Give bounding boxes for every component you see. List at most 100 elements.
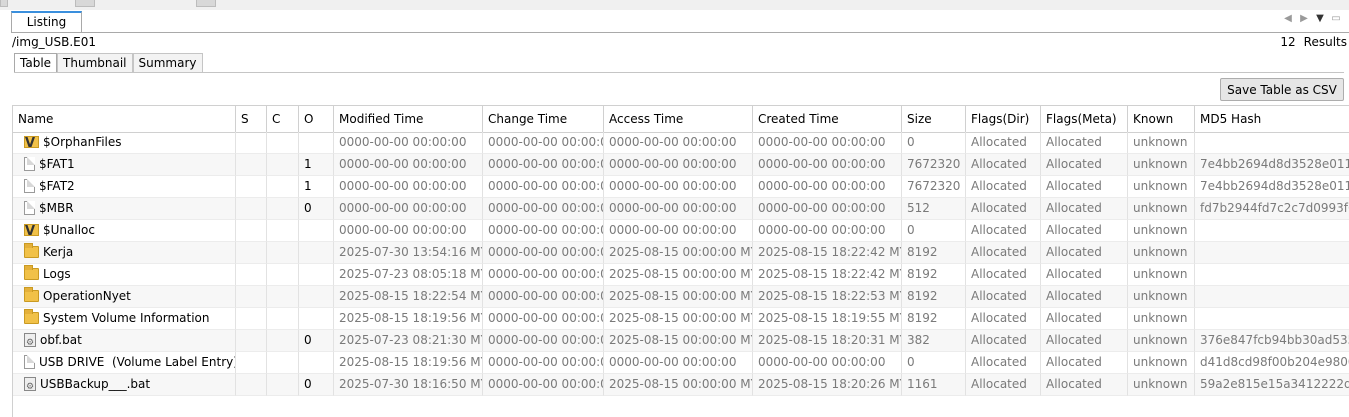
- column-header-size[interactable]: Size: [902, 106, 966, 132]
- table-row[interactable]: Kerja 2025-07-30 13:54:16 MYT 0000-00-00 0…: [13, 242, 1349, 264]
- cell-text: Allocated: [1046, 311, 1102, 325]
- cell-text: Allocated: [1046, 289, 1102, 303]
- cell-s: [236, 198, 267, 220]
- nav-forward-icon[interactable]: ▶: [1299, 13, 1309, 27]
- cell-text: unknown: [1133, 267, 1188, 281]
- toolbar-button[interactable]: [196, 0, 216, 7]
- cell-text: 2025-07-30 13:54:16 MYT: [339, 245, 483, 259]
- toolbar-button[interactable]: [0, 0, 8, 7]
- tab-thumbnail[interactable]: Thumbnail: [57, 53, 133, 72]
- cell-flags-dir: Allocated: [966, 132, 1041, 154]
- cell-size: 512: [902, 198, 966, 220]
- cell-known: unknown: [1128, 198, 1195, 220]
- cell-size: 8192: [902, 264, 966, 286]
- cell-text: unknown: [1133, 179, 1188, 193]
- cell-size: 0: [902, 220, 966, 242]
- cell-text: 2025-08-15 18:22:53 MYT: [758, 289, 902, 303]
- maximize-icon[interactable]: ▭: [1331, 13, 1341, 27]
- cell-name: OperationNyet: [13, 286, 236, 308]
- cell-text: 7e4bb2694d8d3528e011d1fe: [1200, 157, 1349, 171]
- cell-flags-dir: Allocated: [966, 242, 1041, 264]
- cell-c: [267, 132, 299, 154]
- cell-text: $MBR: [39, 201, 74, 215]
- column-header-modified-time[interactable]: Modified Time: [334, 106, 483, 132]
- column-header-flags-dir[interactable]: Flags(Dir): [966, 106, 1041, 132]
- cell-o: [299, 220, 334, 242]
- table-row[interactable]: USB DRIVE (Volume Label Entry) 2025-08-15…: [13, 352, 1349, 374]
- column-header-name[interactable]: Name: [13, 106, 236, 132]
- cell-text: 0: [907, 223, 915, 237]
- cell-text: 2025-08-15 00:00:00 MYT: [609, 311, 753, 325]
- cell-s: [236, 154, 267, 176]
- cell-flags-dir: Allocated: [966, 286, 1041, 308]
- cell-created-time: 2025-08-15 18:20:31 MYT: [753, 330, 902, 352]
- table-row[interactable]: System Volume Information 2025-08-15 18:1…: [13, 308, 1349, 330]
- cell-text: 2025-08-15 18:20:26 MYT: [758, 377, 902, 391]
- column-header-access-time[interactable]: Access Time: [604, 106, 753, 132]
- cell-change-time: 0000-00-00 00:00:00: [483, 286, 604, 308]
- results-label: Results: [1303, 35, 1347, 49]
- cell-c: [267, 374, 299, 396]
- cell-text: Allocated: [1046, 135, 1102, 149]
- table-row[interactable]: $FAT1 1 0000-00-00 00:00:00 0000-00-00 00:0…: [13, 154, 1349, 176]
- results-number: 12: [1280, 35, 1296, 49]
- table-row[interactable]: $FAT2 1 0000-00-00 00:00:00 0000-00-00 00:0…: [13, 176, 1349, 198]
- cell-s: [236, 264, 267, 286]
- cell-text: Allocated: [971, 333, 1027, 347]
- table-row[interactable]: OperationNyet 2025-08-15 18:22:54 MYT 0000…: [13, 286, 1349, 308]
- listing-table: Name S C O Modified Time Change Time Access Ti…: [12, 105, 1349, 417]
- tab-table[interactable]: Table: [14, 53, 58, 73]
- cell-text: 2025-08-15 18:22:42 MYT: [758, 245, 902, 259]
- table-row[interactable]: Logs 2025-07-23 08:05:18 MYT 0000-00-00 00…: [13, 264, 1349, 286]
- cell-text: 0000-00-00 00:00:00: [488, 311, 604, 325]
- tab-listing-label: Listing: [26, 15, 67, 29]
- cell-known: unknown: [1128, 132, 1195, 154]
- dropdown-icon[interactable]: ▼: [1315, 13, 1325, 27]
- column-header-known[interactable]: Known: [1128, 106, 1195, 132]
- tab-summary[interactable]: Summary: [132, 53, 203, 72]
- cell-access-time: 2025-08-15 00:00:00 MYT: [604, 264, 753, 286]
- file-icon: [24, 178, 35, 193]
- cell-created-time: 2025-08-15 18:20:26 MYT: [753, 374, 902, 396]
- save-table-csv-button[interactable]: Save Table as CSV: [1220, 78, 1344, 101]
- cell-text: 376e847fcb94bb30ad535496: [1200, 333, 1349, 347]
- table-row[interactable]: $Unalloc 0000-00-00 00:00:00 0000-00-00 00…: [13, 220, 1349, 242]
- cell-created-time: 2025-08-15 18:22:42 MYT: [753, 264, 902, 286]
- column-header-s[interactable]: S: [236, 106, 267, 132]
- cell-text: 0: [304, 201, 312, 215]
- batch-file-icon: [24, 332, 36, 351]
- tab-listing[interactable]: Listing: [11, 11, 82, 33]
- cell-c: [267, 242, 299, 264]
- cell-flags-dir: Allocated: [966, 330, 1041, 352]
- cell-name: Logs: [13, 264, 236, 286]
- table-row[interactable]: $MBR 0 0000-00-00 00:00:00 0000-00-00 00:00…: [13, 198, 1349, 220]
- cell-access-time: 2025-08-15 00:00:00 MYT: [604, 308, 753, 330]
- column-header-change-time[interactable]: Change Time: [483, 106, 604, 132]
- cell-md5-hash: [1195, 286, 1349, 308]
- table-row[interactable]: obf.bat 0 2025-07-23 08:21:30 MYT 0000-00-0…: [13, 330, 1349, 352]
- table-row[interactable]: USBBackup___.bat 0 2025-07-30 18:16:50 MYT…: [13, 374, 1349, 396]
- nav-back-icon[interactable]: ◀: [1283, 13, 1293, 27]
- cell-size: 8192: [902, 242, 966, 264]
- cell-text: USBBackup___.bat: [40, 377, 151, 391]
- cell-text: 2025-08-15 00:00:00 MYT: [609, 245, 753, 259]
- cell-s: [236, 308, 267, 330]
- column-header-md5-hash[interactable]: MD5 Hash: [1195, 106, 1349, 132]
- column-header-c[interactable]: C: [267, 106, 299, 132]
- cell-text: 0000-00-00 00:00:00: [339, 201, 467, 215]
- cell-text: $OrphanFiles: [43, 135, 122, 149]
- column-header-created-time[interactable]: Created Time: [753, 106, 902, 132]
- cell-created-time: 2025-08-15 18:22:42 MYT: [753, 242, 902, 264]
- cell-flags-meta: Allocated: [1041, 176, 1128, 198]
- column-header-o[interactable]: O: [299, 106, 334, 132]
- toolbar-button[interactable]: [75, 0, 95, 7]
- cell-text: 8192: [907, 311, 938, 325]
- cell-name: $OrphanFiles: [13, 132, 236, 154]
- virtual-folder-icon: [24, 221, 39, 241]
- cell-size: 7672320: [902, 154, 966, 176]
- cell-flags-dir: Allocated: [966, 220, 1041, 242]
- cell-access-time: 0000-00-00 00:00:00: [604, 176, 753, 198]
- table-row[interactable]: $OrphanFiles 0000-00-00 00:00:00 0000-00-0…: [13, 132, 1349, 154]
- cell-text: 2025-08-15 18:22:54 MYT: [339, 289, 483, 303]
- column-header-flags-meta[interactable]: Flags(Meta): [1041, 106, 1128, 132]
